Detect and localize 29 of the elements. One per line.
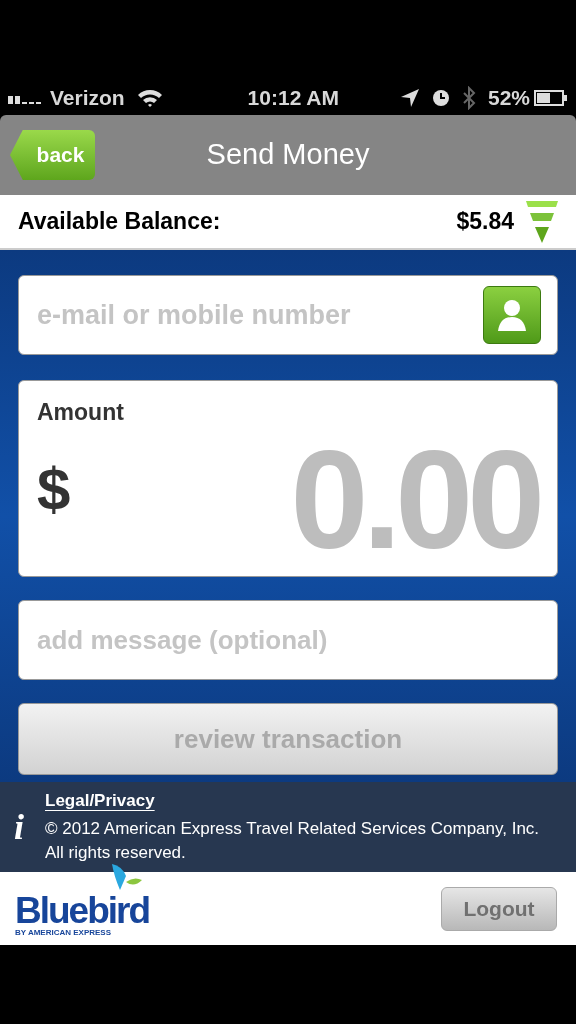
currency-symbol: $ <box>37 454 71 525</box>
stacked-triangle-icon <box>526 200 558 243</box>
battery-icon <box>534 89 568 106</box>
balance-label: Available Balance: <box>18 207 221 237</box>
location-arrow-icon <box>399 87 420 108</box>
logout-button[interactable]: Logout <box>441 886 557 931</box>
message-input[interactable]: add message (optional) <box>37 620 539 660</box>
logo-wordmark: Bluebird <box>15 893 150 928</box>
legal-privacy-link[interactable]: Legal/Privacy <box>45 789 155 813</box>
amount-value: 0.00 <box>290 429 539 570</box>
logo-tagline: BY AMERICAN EXPRESS <box>15 927 113 938</box>
message-field[interactable]: add message (optional) <box>18 600 558 680</box>
wifi-icon <box>136 87 163 108</box>
carrier-name: Verizon <box>50 84 125 111</box>
recipient-field[interactable]: e-mail or mobile number <box>18 275 558 355</box>
copyright-text: © 2012 American Express Travel Related Services Company, Inc. <box>45 818 540 840</box>
clock-time: 10:12 AM <box>246 84 340 111</box>
balance-amount: $5.84 <box>456 207 514 237</box>
bluetooth-icon <box>461 85 476 110</box>
amount-label: Amount <box>37 398 125 427</box>
recipient-input[interactable]: e-mail or mobile number <box>37 294 483 336</box>
rights-text: All rights reserved. <box>45 842 187 864</box>
contacts-button[interactable] <box>483 286 541 344</box>
info-icon: i <box>14 800 34 854</box>
screen-title: Send Money <box>206 137 370 173</box>
back-button[interactable]: back <box>10 130 95 180</box>
battery-percentage: 52% <box>487 84 530 111</box>
alarm-clock-icon <box>431 88 450 107</box>
amount-field[interactable]: Amount $ 0.00 <box>18 380 558 577</box>
